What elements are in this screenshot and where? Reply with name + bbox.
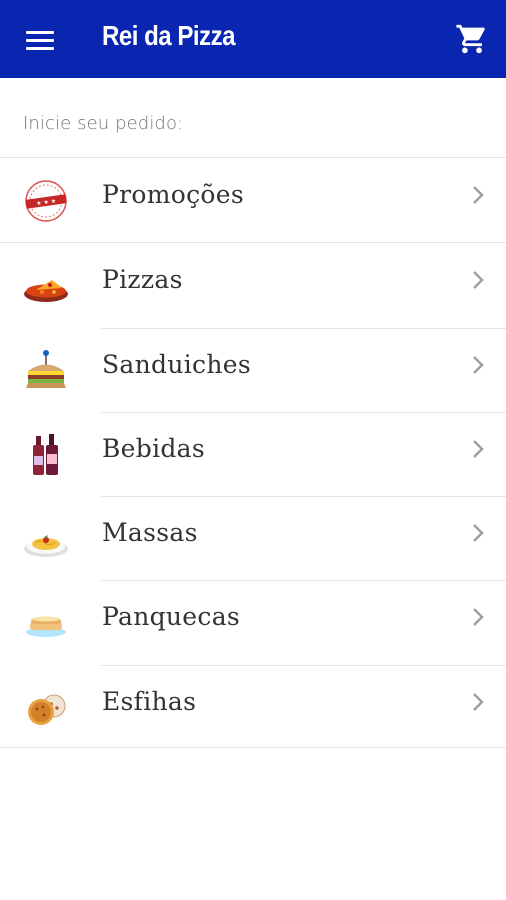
category-label: Pizzas: [102, 265, 183, 295]
category-item-massas[interactable]: Massas: [0, 496, 506, 580]
category-item-sanduiches[interactable]: Sanduiches: [0, 327, 506, 412]
chevron-right-icon: [473, 271, 484, 290]
cart-button[interactable]: [455, 22, 489, 56]
pasta-icon: [24, 535, 68, 558]
category-item-pizzas[interactable]: Pizzas: [0, 242, 506, 327]
sandwich-icon: [26, 349, 66, 388]
app-title: Rei da Pizza: [102, 20, 236, 51]
category-item-promocoes[interactable]: ★ ★ ★ Promoções: [0, 157, 506, 242]
promo-stamp-icon: ★ ★ ★: [25, 180, 67, 222]
category-item-bebidas[interactable]: Bebidas: [0, 411, 506, 496]
app-bar: Rei da Pizza: [0, 0, 506, 78]
menu-button[interactable]: [22, 24, 58, 56]
order-prompt: Inicie seu pedido:: [23, 113, 184, 134]
category-label: Sanduiches: [102, 349, 251, 379]
category-list: ★ ★ ★ Promoções Pizzas Sanduiches Bebida…: [0, 157, 506, 749]
category-label: Massas: [102, 518, 198, 548]
chevron-right-icon: [473, 692, 484, 711]
list-divider: [0, 747, 506, 748]
pancake-icon: [26, 616, 66, 638]
category-label: Esfihas: [102, 686, 197, 716]
pizza-icon: [24, 280, 68, 303]
bottles-icon: [33, 433, 58, 475]
chevron-right-icon: [473, 186, 484, 204]
chevron-right-icon: [473, 524, 484, 543]
chevron-right-icon: [473, 608, 484, 627]
cart-icon: [456, 24, 485, 54]
esfiha-icon: [28, 694, 66, 725]
category-label: Panquecas: [102, 602, 241, 632]
category-item-esfihas[interactable]: Esfihas: [0, 664, 506, 749]
chevron-right-icon: [473, 355, 484, 374]
category-item-panquecas[interactable]: Panquecas: [0, 580, 506, 664]
category-label: Promoções: [102, 180, 244, 209]
category-label: Bebidas: [102, 433, 206, 463]
chevron-right-icon: [473, 440, 484, 458]
